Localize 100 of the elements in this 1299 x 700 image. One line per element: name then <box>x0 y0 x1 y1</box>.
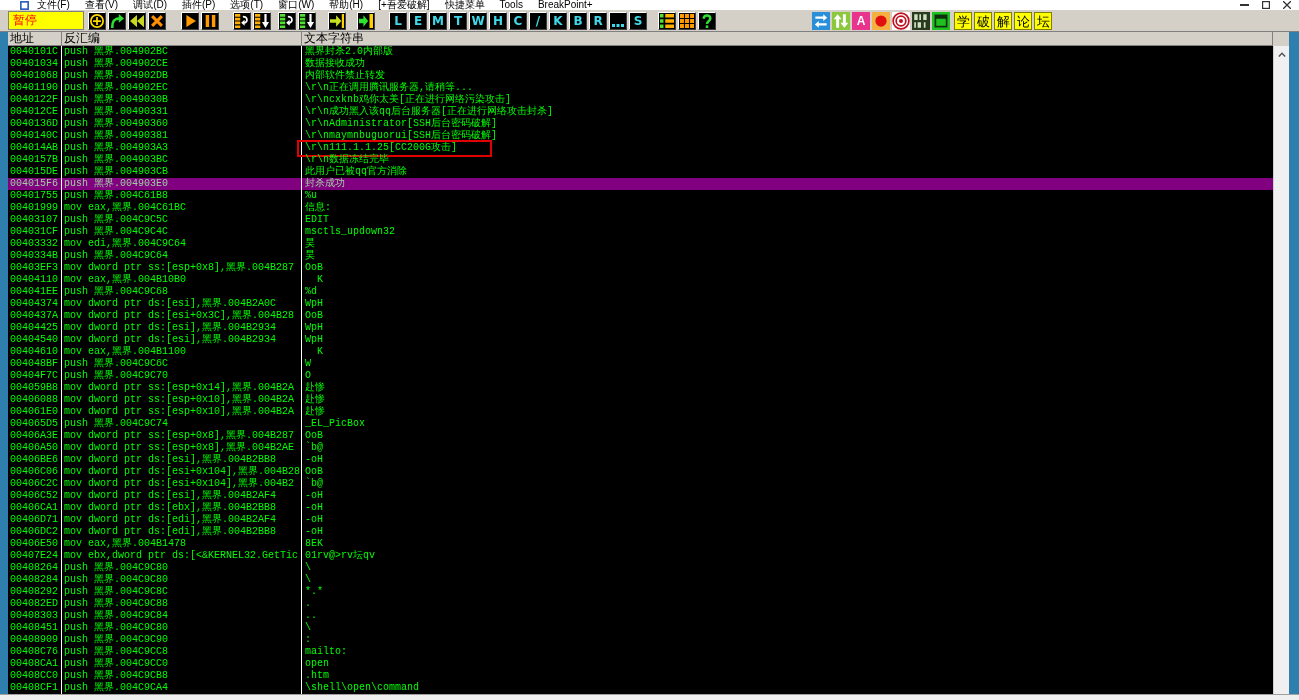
string-cell-text: 赴惨 <box>304 382 326 393</box>
string-cell-text: WpH <box>304 322 324 334</box>
disassembly-cell: push 黑界.004C9C5C <box>62 214 302 226</box>
disassembly-cell: push 黑界.00490381 <box>62 130 302 142</box>
address-cell: 00403107 <box>8 214 62 226</box>
menu-item[interactable]: 快捷菜单 <box>444 0 485 10</box>
scrollbar[interactable] <box>1273 46 1289 694</box>
view-button[interactable]: E <box>409 11 427 30</box>
address-cell: 004065D5 <box>8 418 62 430</box>
address-cell: 00401190 <box>8 82 62 94</box>
address-cell: 00404374 <box>8 298 62 310</box>
string-cell-text: 赴惨 <box>304 394 326 405</box>
view-button[interactable]: T <box>449 11 467 30</box>
string-cell-text: 数据接收成功 <box>304 58 366 69</box>
grid-icon <box>680 13 694 28</box>
bars-curved-arrow-icon <box>280 13 294 28</box>
plus-circle-icon <box>90 13 104 28</box>
minimize-icon <box>1240 4 1249 6</box>
disassembly-cell: mov edi,黑界.004C9C64 <box>62 238 302 250</box>
string-cell-text: %d <box>304 286 318 298</box>
string-cell-text: OoB <box>304 466 324 477</box>
menu-item[interactable]: Tools <box>499 0 523 10</box>
window-icon <box>932 11 950 30</box>
view-button[interactable]: L <box>389 11 407 30</box>
string-cell-text: open <box>304 658 330 670</box>
disassembly-cell: push 黑界.004C9C90 <box>62 634 302 646</box>
string-cell-text: \r\n数据冻结完毕 <box>304 154 389 165</box>
menu-item[interactable]: 查看(V) <box>84 0 119 10</box>
disassembly-cell: mov dword ptr ds:[ebx],黑界.004B2BB8 <box>62 502 302 514</box>
toolbar-button[interactable]: 论 <box>1014 11 1032 30</box>
toolbar-button[interactable] <box>932 11 950 30</box>
close-icon <box>1283 1 1291 9</box>
address-cell: 00406BE6 <box>8 454 62 466</box>
address-cell: 00404610 <box>8 346 62 358</box>
address-cell: 004041EE <box>8 286 62 298</box>
menu-item[interactable]: 选项(T) <box>230 0 264 10</box>
view-button[interactable]: K <box>549 11 567 30</box>
address-cell: 004015F6 <box>8 178 62 190</box>
disassembly-cell: mov dword ptr ds:[esi],黑界.004B2BB8 <box>62 454 302 466</box>
address-cell: 00408C76 <box>8 646 62 658</box>
view-button[interactable]: H <box>489 11 507 30</box>
string-cell-text: msctls_updown32 <box>304 226 396 238</box>
string-cell-text: 黑界封杀2.0内部版 <box>304 46 394 57</box>
menu-item[interactable]: [+吾爱破解] <box>378 0 430 10</box>
disassembly-cell: mov dword ptr ds:[edi],黑界.004B2BB8 <box>62 526 302 538</box>
disassembly-cell: mov dword ptr ds:[edi],黑界.004B2AF4 <box>62 514 302 526</box>
view-button[interactable]: / <box>529 11 547 30</box>
disassembly-cell: push 黑界.004C9C68 <box>62 286 302 298</box>
address-cell: 004059B8 <box>8 382 62 394</box>
disassembly-cell: push 黑界.004C9C70 <box>62 370 302 382</box>
string-cell-text: \r\nmaymnbuguorui[SSH后台密码破解] <box>304 130 499 142</box>
address-cell: 00408292 <box>8 586 62 598</box>
address-cell: 0040334B <box>8 250 62 262</box>
view-button[interactable]: B <box>569 11 587 30</box>
toolbar-button[interactable]: 学 <box>954 11 972 30</box>
address-cell: 00403EF3 <box>8 262 62 274</box>
address-cell: 0040140C <box>8 130 62 142</box>
disassembly-cell: mov eax,黑界.004B10B0 <box>62 274 302 286</box>
status-label: 暂停 <box>8 11 84 30</box>
string-cell-text: .. <box>304 610 318 622</box>
toolbar-button[interactable]: 解 <box>994 11 1012 30</box>
disassembly-cell: mov dword ptr ds:[esi+0x104],黑界.004B28 <box>62 466 302 478</box>
toolbar-button[interactable]: A <box>852 11 870 30</box>
disassembly-cell: push 黑界.004902BC <box>62 46 302 58</box>
address-cell: 00408303 <box>8 610 62 622</box>
string-cell-text: \r\nAdministrator[SSH后台密码破解] <box>304 118 499 129</box>
view-button[interactable] <box>609 11 627 30</box>
address-cell: 00406A50 <box>8 442 62 454</box>
view-button[interactable]: S <box>629 11 647 30</box>
menu-item[interactable]: BreakPoint+ <box>537 0 593 10</box>
address-cell: 0040437A <box>8 310 62 322</box>
toolbar-button[interactable]: 坛 <box>1034 11 1052 30</box>
menu-item[interactable]: 帮助(H) <box>329 0 364 10</box>
address-cell: 00406E50 <box>8 538 62 550</box>
menu-item[interactable]: 插件(P) <box>182 0 216 10</box>
menu-item[interactable]: 调试(D) <box>133 0 167 10</box>
bars-tile-icon <box>912 11 930 30</box>
toolbar-button[interactable]: 破 <box>974 11 992 30</box>
view-button[interactable]: W <box>469 11 487 30</box>
help-icon <box>702 13 712 28</box>
string-cell-text: 此用户已被qq官方消除 <box>304 166 408 177</box>
view-button[interactable]: M <box>429 11 447 30</box>
disassembly-cell: push 黑界.004C9C64 <box>62 250 302 262</box>
string-cell-text: EDIT <box>304 214 330 226</box>
disassembly-cell: mov dword ptr ss:[esp+0x14],黑界.004B2A <box>62 382 302 394</box>
string-cell-text: \r\ncxknb鸡你太美[正在进行网络污染攻击] <box>304 94 512 105</box>
disassembly-cell: push 黑界.004C9C88 <box>62 598 302 610</box>
disassembly-cell: mov dword ptr ds:[esi],黑界.004B2AF4 <box>62 490 302 502</box>
address-cell: 00406D71 <box>8 514 62 526</box>
bars-down-arrow-icon <box>255 13 269 28</box>
toolbar-button[interactable] <box>892 11 910 30</box>
toolbar-button[interactable] <box>912 11 930 30</box>
disassembly-cell: push 黑界.004C9C8C <box>62 586 302 598</box>
menu-item[interactable]: 窗口(W) <box>278 0 315 10</box>
view-button[interactable]: C <box>509 11 527 30</box>
menu-item[interactable]: 文件(F) <box>37 0 70 10</box>
view-button[interactable]: R <box>589 11 607 30</box>
disassembly-cell: push 黑界.004C9C80 <box>62 574 302 586</box>
string-cell-text: W <box>304 358 312 370</box>
disassembly-cell: push 黑界.004C9C74 <box>62 418 302 430</box>
